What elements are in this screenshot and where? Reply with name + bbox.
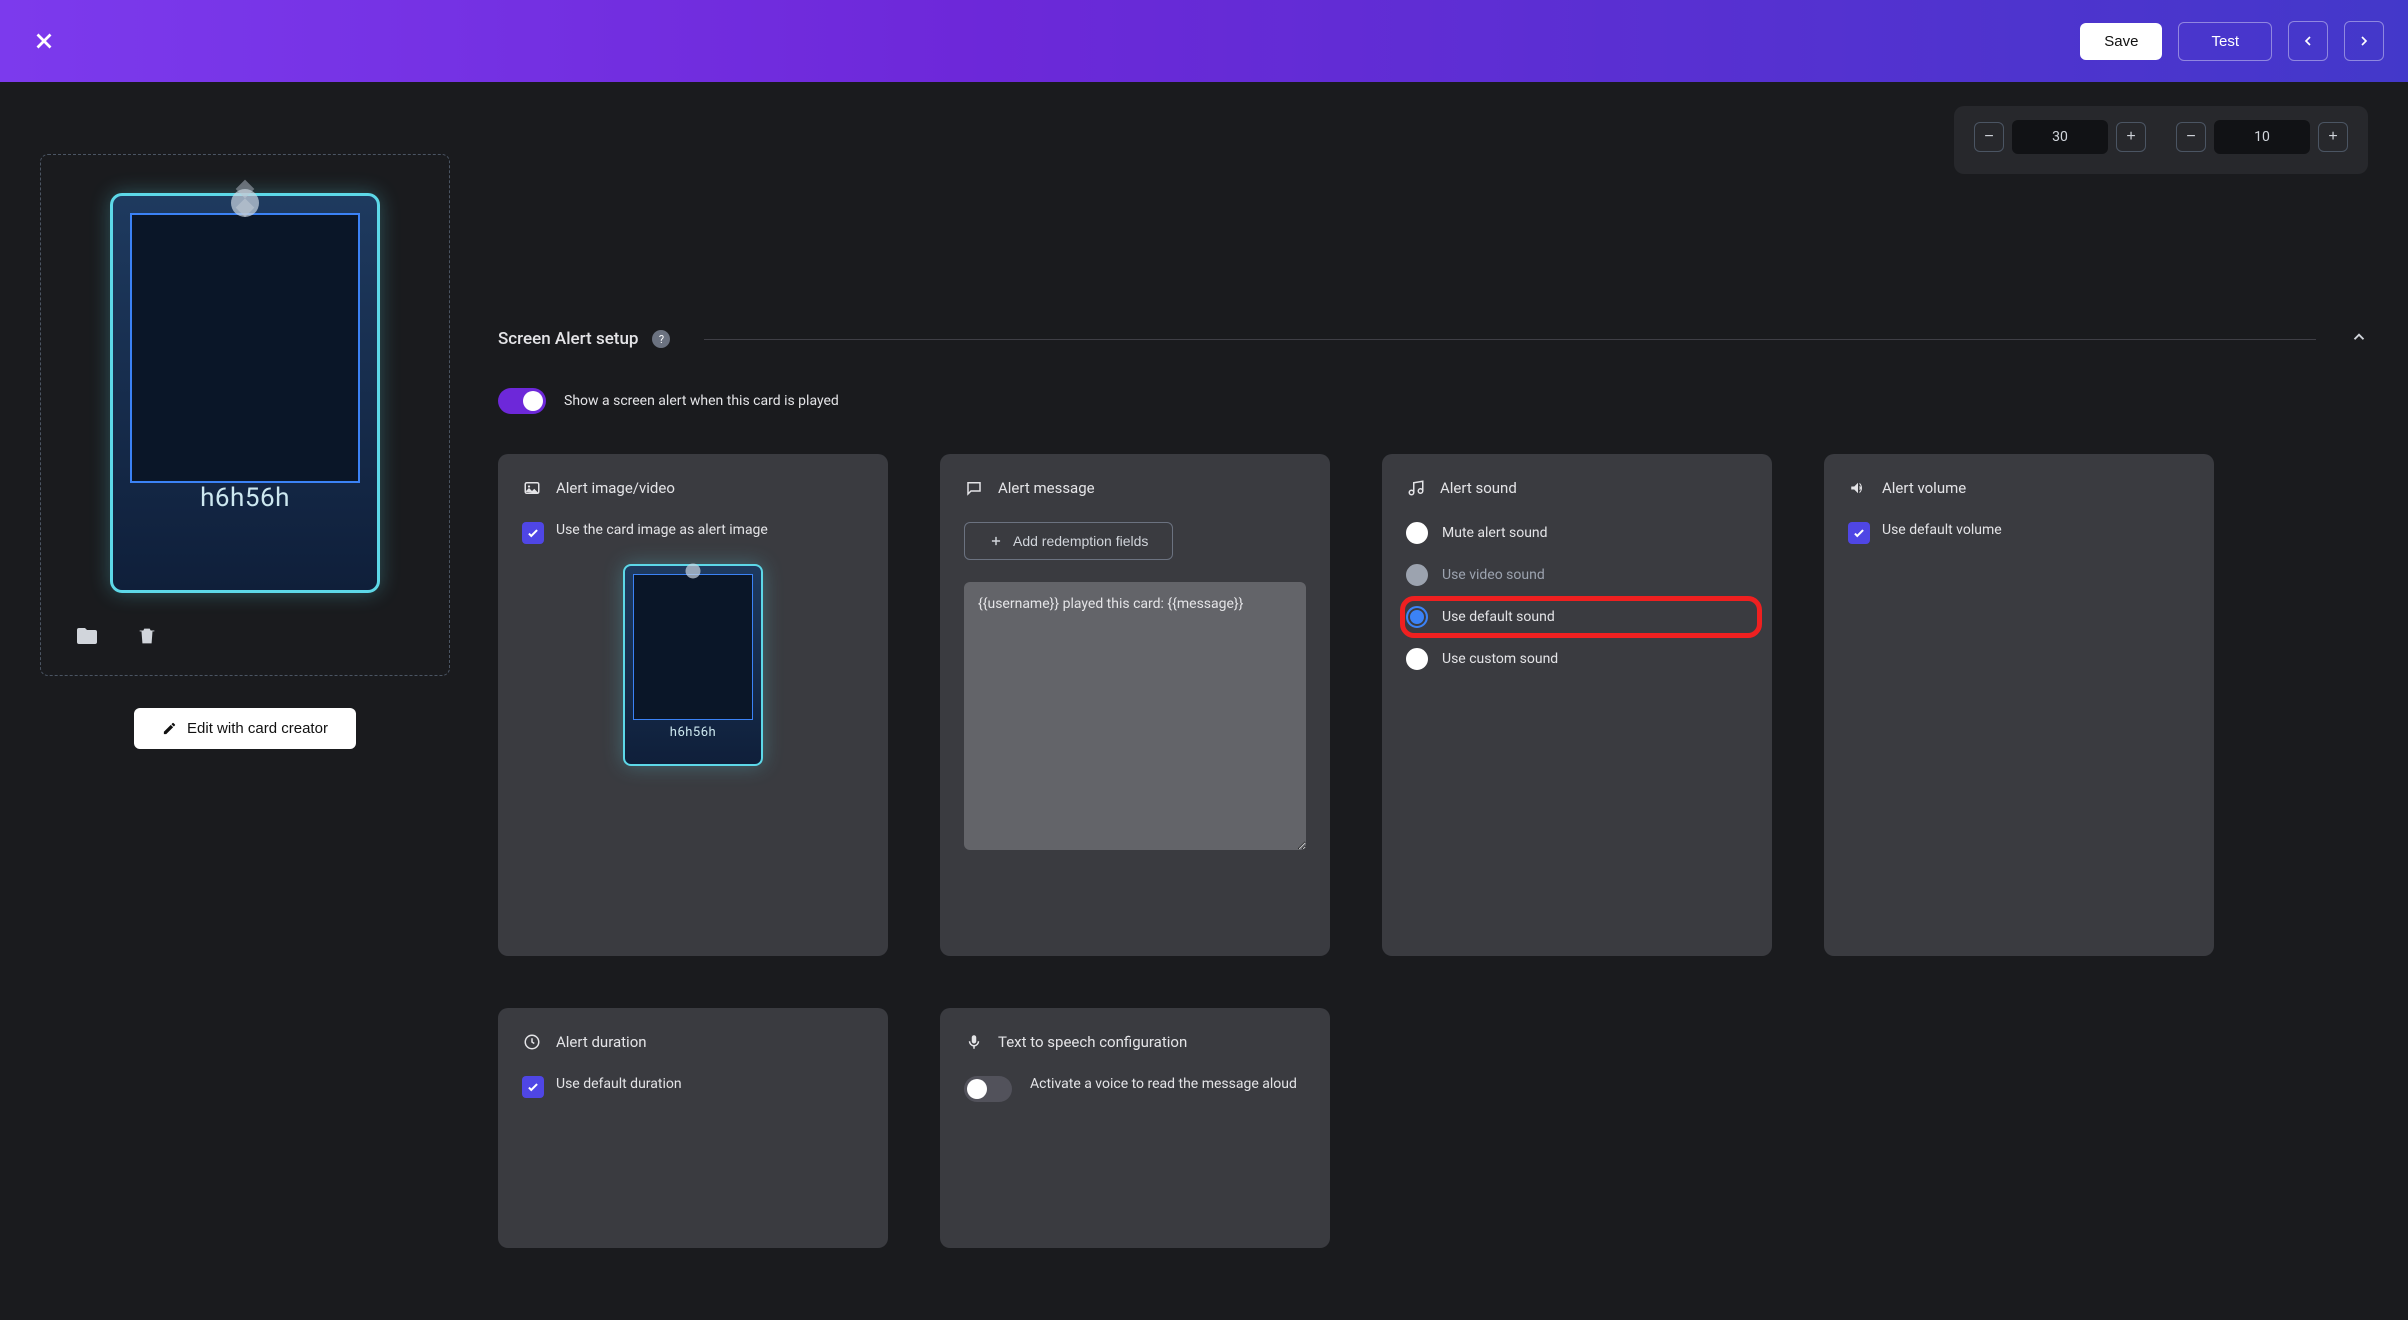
- custom-sound-label: Use custom sound: [1442, 651, 1558, 667]
- video-sound-radio: Use video sound: [1406, 564, 1748, 586]
- default-duration-checkbox[interactable]: [522, 1076, 544, 1098]
- collapse-toggle[interactable]: [2350, 328, 2368, 350]
- card-preview: h6h56h: [40, 154, 450, 676]
- left-column: h6h56h Edit with card creator: [40, 106, 450, 1248]
- default-volume-checkbox[interactable]: [1848, 522, 1870, 544]
- stepper-2-increment[interactable]: +: [2318, 122, 2348, 152]
- alert-image-title: Alert image/video: [556, 479, 675, 497]
- prev-button[interactable]: [2288, 21, 2328, 61]
- folder-button[interactable]: [73, 623, 101, 651]
- delete-button[interactable]: [133, 623, 161, 651]
- add-fields-label: Add redemption fields: [1013, 533, 1148, 549]
- card-gem-icon: [217, 175, 273, 231]
- panels-row-1: Alert image/video Use the card image as …: [498, 454, 2368, 956]
- use-card-image-checkbox[interactable]: [522, 522, 544, 544]
- save-button[interactable]: Save: [2080, 23, 2162, 60]
- volume-icon: [1848, 478, 1868, 498]
- alert-sound-title: Alert sound: [1440, 479, 1517, 497]
- video-sound-label: Use video sound: [1442, 567, 1545, 583]
- panels-row-2: Alert duration Use default duration Text…: [498, 1008, 2368, 1248]
- tts-title: Text to speech configuration: [998, 1033, 1187, 1051]
- default-duration-label: Use default duration: [556, 1076, 682, 1092]
- topbar: Save Test: [0, 0, 2408, 82]
- tts-toggle-label: Activate a voice to read the message alo…: [1030, 1076, 1297, 1092]
- help-icon[interactable]: ?: [652, 330, 670, 348]
- edit-card-creator-button[interactable]: Edit with card creator: [134, 708, 356, 749]
- stepper-2: − 10 +: [2176, 120, 2348, 154]
- tts-panel: Text to speech configuration Activate a …: [940, 1008, 1330, 1248]
- show-alert-toggle-row: Show a screen alert when this card is pl…: [498, 360, 2368, 454]
- content: h6h56h Edit with card creator −: [0, 82, 2408, 1272]
- default-sound-label: Use default sound: [1442, 609, 1555, 625]
- alert-volume-panel: Alert volume Use default volume: [1824, 454, 2214, 956]
- alert-sound-panel: Alert sound Mute alert sound Use video s…: [1382, 454, 1772, 956]
- default-volume-label: Use default volume: [1882, 522, 2002, 538]
- card-gem-icon: [678, 556, 708, 586]
- mute-sound-radio[interactable]: Mute alert sound: [1406, 522, 1748, 544]
- add-redemption-fields-button[interactable]: Add redemption fields: [964, 522, 1173, 560]
- next-button[interactable]: [2344, 21, 2384, 61]
- default-sound-radio[interactable]: Use default sound: [1406, 606, 1748, 628]
- edit-card-label: Edit with card creator: [187, 720, 328, 737]
- use-card-image-label: Use the card image as alert image: [556, 522, 768, 538]
- message-icon: [964, 478, 984, 498]
- card-name: h6h56h: [200, 483, 290, 513]
- alert-message-panel: Alert message Add redemption fields: [940, 454, 1330, 956]
- stepper-1: − 30 +: [1974, 120, 2146, 154]
- section-title: Screen Alert setup: [498, 329, 638, 349]
- right-column: − 30 + − 10 + Screen Alert setup ? Show: [498, 106, 2368, 1248]
- alert-message-title: Alert message: [998, 479, 1095, 497]
- small-card-name: h6h56h: [670, 725, 716, 740]
- music-icon: [1406, 478, 1426, 498]
- tts-toggle[interactable]: [964, 1076, 1012, 1102]
- mute-sound-label: Mute alert sound: [1442, 525, 1548, 541]
- card-image: h6h56h: [100, 183, 390, 603]
- close-button[interactable]: [24, 21, 64, 61]
- numeric-panel: − 30 + − 10 +: [1954, 106, 2368, 174]
- stepper-2-value[interactable]: 10: [2214, 120, 2310, 154]
- image-icon: [522, 478, 542, 498]
- stepper-1-decrement[interactable]: −: [1974, 122, 2004, 152]
- alert-volume-title: Alert volume: [1882, 479, 1966, 497]
- microphone-icon: [964, 1032, 984, 1052]
- alert-image-panel: Alert image/video Use the card image as …: [498, 454, 888, 956]
- show-alert-label: Show a screen alert when this card is pl…: [564, 393, 839, 409]
- show-alert-toggle[interactable]: [498, 388, 546, 414]
- small-card-preview: h6h56h: [619, 560, 767, 770]
- test-button[interactable]: Test: [2178, 22, 2272, 61]
- custom-sound-radio[interactable]: Use custom sound: [1406, 648, 1748, 670]
- stepper-2-decrement[interactable]: −: [2176, 122, 2206, 152]
- alert-message-textarea[interactable]: [964, 582, 1306, 850]
- alert-duration-panel: Alert duration Use default duration: [498, 1008, 888, 1248]
- stepper-1-increment[interactable]: +: [2116, 122, 2146, 152]
- alert-duration-title: Alert duration: [556, 1033, 647, 1051]
- clock-icon: [522, 1032, 542, 1052]
- stepper-1-value[interactable]: 30: [2012, 120, 2108, 154]
- divider: [704, 339, 2316, 340]
- numeric-controls: − 30 + − 10 +: [498, 106, 2368, 174]
- section-header: Screen Alert setup ?: [498, 198, 2368, 360]
